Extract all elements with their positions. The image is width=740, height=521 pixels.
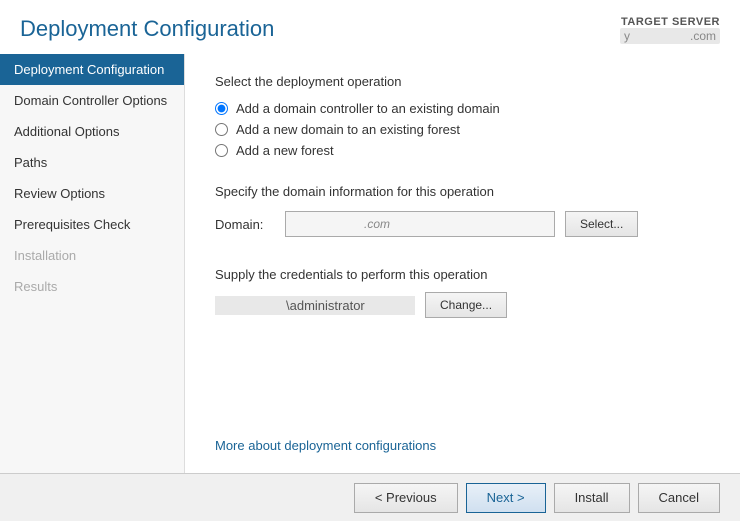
credentials-value: \administrator bbox=[215, 296, 415, 315]
footer: < Previous Next > Install Cancel bbox=[0, 473, 740, 521]
cancel-button[interactable]: Cancel bbox=[638, 483, 720, 513]
radio-option-add-new-domain: Add a new domain to an existing forest bbox=[215, 122, 710, 137]
domain-input[interactable] bbox=[285, 211, 555, 237]
content-inner: Select the deployment operation Add a do… bbox=[215, 74, 710, 453]
spacer bbox=[215, 318, 710, 418]
sidebar: Deployment Configuration Domain Controll… bbox=[0, 54, 185, 473]
radio-add-new-forest[interactable] bbox=[215, 144, 228, 157]
target-server-label: TARGET SERVER bbox=[620, 16, 720, 28]
main-layout: Deployment Configuration Domain Controll… bbox=[0, 54, 740, 473]
more-info-link[interactable]: More about deployment configurations bbox=[215, 438, 436, 453]
credentials-row: \administrator Change... bbox=[215, 292, 710, 318]
domain-info-title: Specify the domain information for this … bbox=[215, 184, 710, 199]
previous-button[interactable]: < Previous bbox=[354, 483, 458, 513]
select-button[interactable]: Select... bbox=[565, 211, 638, 237]
radio-add-new-domain-label[interactable]: Add a new domain to an existing forest bbox=[236, 122, 460, 137]
target-server-info: TARGET SERVER y .com bbox=[620, 16, 720, 44]
change-button[interactable]: Change... bbox=[425, 292, 507, 318]
radio-option-add-dc-existing: Add a domain controller to an existing d… bbox=[215, 101, 710, 116]
content-area: Select the deployment operation Add a do… bbox=[185, 54, 740, 473]
sidebar-item-deployment-configuration[interactable]: Deployment Configuration bbox=[0, 54, 184, 85]
domain-label: Domain: bbox=[215, 217, 285, 232]
credentials-section: Supply the credentials to perform this o… bbox=[215, 267, 710, 318]
target-server-name: y .com bbox=[620, 28, 720, 44]
sidebar-item-paths[interactable]: Paths bbox=[0, 147, 184, 178]
deployment-operation-title: Select the deployment operation bbox=[215, 74, 710, 89]
more-info: More about deployment configurations bbox=[215, 418, 710, 453]
sidebar-item-additional-options[interactable]: Additional Options bbox=[0, 116, 184, 147]
sidebar-item-installation: Installation bbox=[0, 240, 184, 271]
sidebar-item-prerequisites-check[interactable]: Prerequisites Check bbox=[0, 209, 184, 240]
deployment-radio-group: Add a domain controller to an existing d… bbox=[215, 101, 710, 164]
install-button[interactable]: Install bbox=[554, 483, 630, 513]
radio-add-dc-existing-label[interactable]: Add a domain controller to an existing d… bbox=[236, 101, 500, 116]
next-button[interactable]: Next > bbox=[466, 483, 546, 513]
sidebar-item-review-options[interactable]: Review Options bbox=[0, 178, 184, 209]
radio-add-new-forest-label[interactable]: Add a new forest bbox=[236, 143, 334, 158]
sidebar-item-results: Results bbox=[0, 271, 184, 302]
header: Deployment Configuration TARGET SERVER y… bbox=[0, 0, 740, 54]
domain-row: Domain: Select... bbox=[215, 211, 710, 237]
domain-section: Specify the domain information for this … bbox=[215, 184, 710, 237]
sidebar-item-domain-controller-options[interactable]: Domain Controller Options bbox=[0, 85, 184, 116]
radio-add-dc-existing[interactable] bbox=[215, 102, 228, 115]
main-window: Deployment Configuration TARGET SERVER y… bbox=[0, 0, 740, 521]
radio-add-new-domain[interactable] bbox=[215, 123, 228, 136]
radio-option-add-new-forest: Add a new forest bbox=[215, 143, 710, 158]
page-title: Deployment Configuration bbox=[20, 16, 274, 42]
credentials-title: Supply the credentials to perform this o… bbox=[215, 267, 710, 282]
